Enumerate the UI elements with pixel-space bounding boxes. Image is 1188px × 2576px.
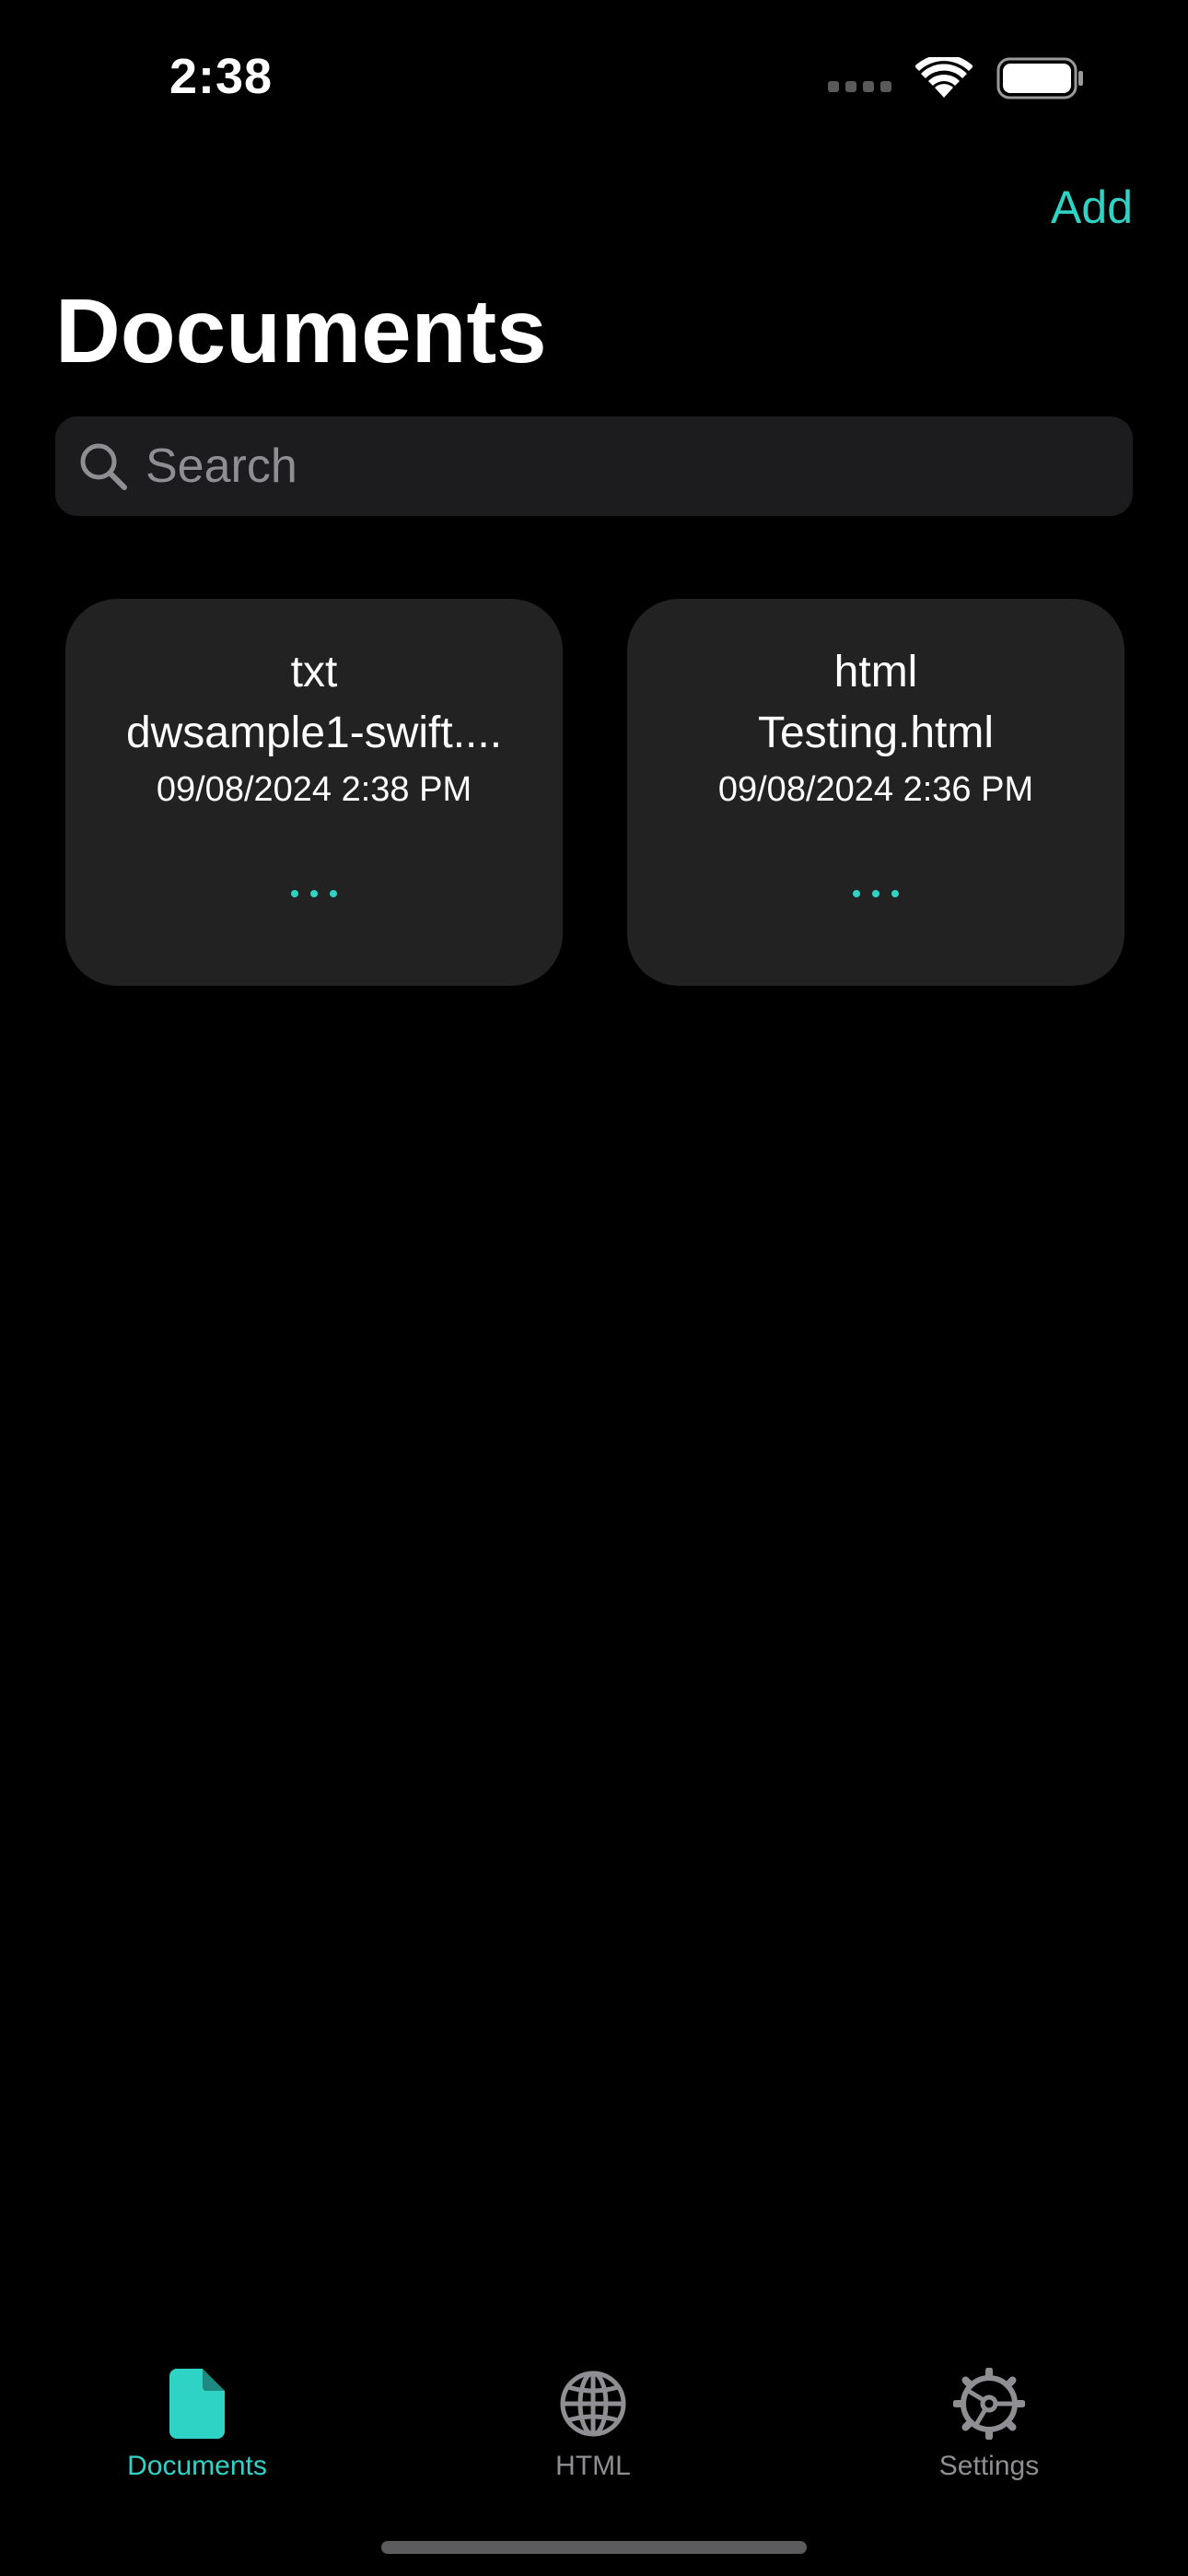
page-title: Documents	[55, 280, 547, 381]
tab-settings[interactable]: Settings	[851, 2362, 1127, 2510]
battery-icon	[996, 57, 1085, 104]
add-button[interactable]: Add	[1051, 181, 1133, 234]
document-type: html	[833, 648, 918, 697]
search-icon	[76, 439, 131, 494]
document-card[interactable]: txt dwsample1-swift.... 09/08/2024 2:38 …	[65, 599, 563, 986]
wifi-icon	[914, 53, 973, 104]
document-date: 09/08/2024 2:36 PM	[717, 770, 1034, 809]
tab-html[interactable]: HTML	[455, 2362, 731, 2510]
tab-bar: Documents HTML Settings	[0, 2340, 1188, 2506]
more-options-icon[interactable]	[274, 872, 354, 916]
status-indicators	[828, 53, 1085, 104]
home-indicator[interactable]	[381, 2541, 807, 2554]
document-type: txt	[290, 648, 338, 697]
cellular-signal-icon	[828, 81, 891, 92]
tab-label: HTML	[555, 2451, 631, 2481]
search-bar[interactable]	[55, 416, 1133, 516]
search-input[interactable]	[144, 438, 1068, 495]
tab-label: Settings	[938, 2451, 1040, 2481]
tab-label: Documents	[127, 2451, 267, 2481]
document-date: 09/08/2024 2:38 PM	[156, 770, 472, 809]
documents-grid: txt dwsample1-swift.... 09/08/2024 2:38 …	[65, 599, 1124, 986]
globe-icon	[455, 2362, 731, 2445]
document-icon	[59, 2362, 335, 2445]
gear-icon	[851, 2362, 1127, 2445]
document-name: Testing.html	[757, 708, 995, 757]
status-time: 2:38	[169, 49, 274, 104]
more-options-icon[interactable]	[836, 872, 915, 916]
document-card[interactable]: html Testing.html 09/08/2024 2:36 PM	[627, 599, 1124, 986]
tab-documents[interactable]: Documents	[59, 2362, 335, 2510]
document-name: dwsample1-swift....	[125, 708, 503, 757]
